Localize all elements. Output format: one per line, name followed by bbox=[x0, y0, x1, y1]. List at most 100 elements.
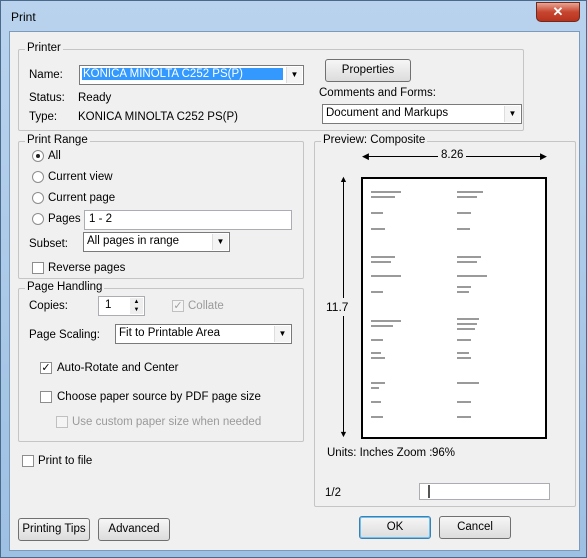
preview-text-line bbox=[457, 323, 477, 325]
preview-text-line bbox=[371, 387, 379, 389]
preview-text-line bbox=[371, 325, 393, 327]
preview-text-line bbox=[371, 339, 383, 341]
spin-down-icon[interactable]: ▼ bbox=[130, 306, 143, 314]
subset-select[interactable]: All pages in range ▼ bbox=[83, 232, 230, 252]
print-dialog: Print ✕ Printer Name: KONICA MINOLTA C25… bbox=[0, 0, 587, 558]
preview-text-line bbox=[371, 382, 385, 384]
preview-text-line bbox=[371, 352, 381, 354]
page-indicator: 1/2 bbox=[325, 487, 341, 499]
all-label: All bbox=[48, 150, 61, 162]
comments-forms-value: Document and Markups bbox=[326, 107, 449, 119]
arrow-up-icon: ▲ bbox=[339, 174, 348, 184]
pages-input-value: 1 - 2 bbox=[89, 213, 113, 225]
chevron-down-icon: ▼ bbox=[504, 106, 520, 122]
preview-text-line bbox=[371, 256, 395, 258]
printer-name-value: KONICA MINOLTA C252 PS(P) bbox=[82, 68, 283, 80]
page-scrollbar[interactable] bbox=[419, 483, 550, 500]
comments-forms-select[interactable]: Document and Markups ▼ bbox=[322, 104, 522, 124]
preview-text-line bbox=[457, 339, 471, 341]
advanced-button[interactable]: Advanced bbox=[98, 518, 170, 541]
printer-group-label: Printer bbox=[25, 42, 63, 54]
comments-forms-label: Comments and Forms: bbox=[319, 87, 436, 99]
auto-rotate-label: Auto-Rotate and Center bbox=[57, 362, 179, 374]
current-page-label: Current page bbox=[48, 192, 116, 204]
preview-text-line bbox=[457, 382, 479, 384]
chevron-down-icon: ▼ bbox=[286, 67, 302, 83]
preview-width: 8.26 bbox=[438, 149, 467, 161]
cancel-button[interactable]: Cancel bbox=[439, 516, 511, 539]
printer-type-value: KONICA MINOLTA C252 PS(P) bbox=[78, 111, 238, 123]
preview-text-line bbox=[457, 401, 471, 403]
arrow-left-icon: ◀ bbox=[362, 151, 369, 161]
preview-text-line bbox=[457, 328, 475, 330]
copies-value: 1 bbox=[105, 299, 112, 311]
reverse-pages-label: Reverse pages bbox=[48, 262, 126, 274]
preview-text-line bbox=[457, 291, 469, 293]
chevron-down-icon: ▼ bbox=[212, 234, 228, 250]
preview-text-line bbox=[371, 320, 401, 322]
preview-text-line bbox=[371, 416, 383, 418]
auto-rotate-checkbox[interactable]: ✓ bbox=[40, 362, 52, 374]
ok-button[interactable]: OK bbox=[359, 516, 431, 539]
preview-text-line bbox=[457, 191, 483, 193]
preview-text-line bbox=[371, 212, 383, 214]
preview-page bbox=[361, 177, 547, 439]
preview-text-line bbox=[371, 261, 391, 263]
preview-label: Preview: Composite bbox=[321, 134, 428, 146]
preview-text-line bbox=[457, 196, 477, 198]
page-handling-label: Page Handling bbox=[25, 281, 105, 293]
print-to-file-label: Print to file bbox=[38, 455, 93, 467]
pages-input[interactable]: 1 - 2 bbox=[84, 210, 292, 230]
preview-text-line bbox=[457, 256, 481, 258]
properties-button[interactable]: Properties bbox=[325, 59, 411, 82]
print-to-file-checkbox[interactable] bbox=[22, 455, 34, 467]
paper-source-label: Choose paper source by PDF page size bbox=[57, 391, 261, 403]
preview-text-line bbox=[371, 196, 395, 198]
collate-label: Collate bbox=[188, 300, 224, 312]
printer-status-value: Ready bbox=[78, 92, 112, 104]
dialog-body: Printer Name: KONICA MINOLTA C252 PS(P) … bbox=[9, 31, 580, 551]
units-zoom-label: Units: Inches Zoom : bbox=[327, 447, 433, 459]
pages-radio[interactable] bbox=[32, 213, 44, 225]
printing-tips-button[interactable]: Printing Tips bbox=[18, 518, 90, 541]
window-title: Print bbox=[11, 10, 36, 24]
custom-paper-checkbox[interactable] bbox=[56, 416, 68, 428]
title-bar[interactable]: Print ✕ bbox=[1, 1, 586, 31]
preview-text-line bbox=[457, 416, 471, 418]
page-scaling-value: Fit to Printable Area bbox=[119, 327, 220, 339]
current-page-radio[interactable] bbox=[32, 192, 44, 204]
printer-type-label: Type: bbox=[29, 111, 58, 123]
page-scaling-select[interactable]: Fit to Printable Area ▼ bbox=[115, 324, 292, 344]
preview-text-line bbox=[457, 212, 471, 214]
arrow-down-icon: ▼ bbox=[339, 429, 348, 439]
printer-name-select[interactable]: KONICA MINOLTA C252 PS(P) ▼ bbox=[79, 65, 304, 85]
current-view-radio[interactable] bbox=[32, 171, 44, 183]
chevron-down-icon: ▼ bbox=[274, 326, 290, 342]
custom-paper-label: Use custom paper size when needed bbox=[72, 416, 262, 428]
reverse-pages-checkbox[interactable] bbox=[32, 262, 44, 274]
copies-label: Copies: bbox=[29, 300, 68, 312]
preview-text-line bbox=[457, 357, 471, 359]
close-button[interactable]: ✕ bbox=[536, 2, 580, 22]
page-scaling-label: Page Scaling: bbox=[29, 329, 100, 341]
preview-text-line bbox=[457, 286, 471, 288]
paper-source-checkbox[interactable] bbox=[40, 391, 52, 403]
printer-status-label: Status: bbox=[29, 92, 65, 104]
preview-text-line bbox=[457, 318, 479, 320]
preview-text-line bbox=[371, 228, 385, 230]
all-radio[interactable] bbox=[32, 150, 44, 162]
preview-text-line bbox=[457, 352, 469, 354]
print-range-label: Print Range bbox=[25, 134, 90, 146]
preview-text-line bbox=[457, 275, 487, 277]
printer-name-label: Name: bbox=[29, 69, 63, 81]
scroll-thumb[interactable] bbox=[428, 485, 430, 498]
preview-text-line bbox=[371, 401, 381, 403]
collate-checkbox[interactable]: ✓ bbox=[172, 300, 184, 312]
preview-text-line bbox=[371, 357, 385, 359]
subset-value: All pages in range bbox=[87, 235, 180, 247]
preview-height: 11.7 bbox=[326, 298, 349, 316]
spin-up-icon[interactable]: ▲ bbox=[130, 298, 143, 306]
copies-stepper[interactable]: 1 ▲ ▼ bbox=[98, 296, 145, 316]
current-view-label: Current view bbox=[48, 171, 113, 183]
pages-label: Pages bbox=[48, 213, 81, 225]
